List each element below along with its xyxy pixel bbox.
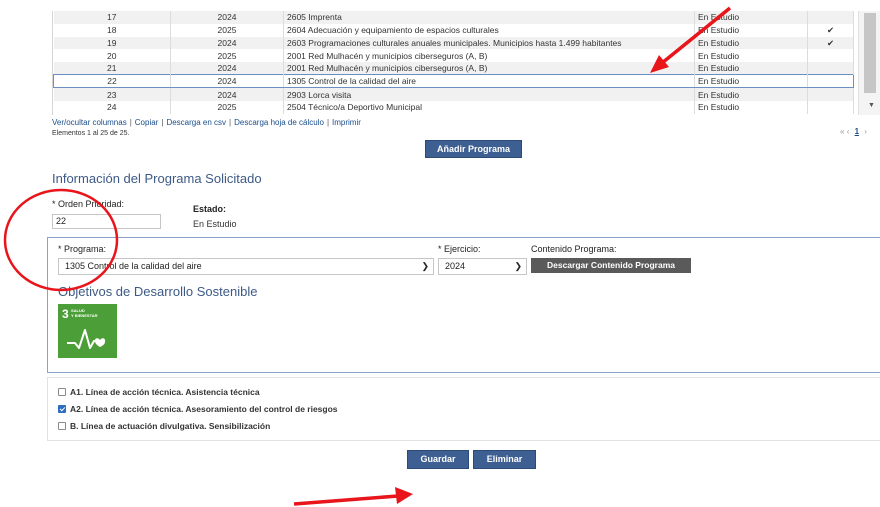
row-program: 2603 Programaciones culturales anuales m…	[283, 36, 695, 50]
checkbox-a1[interactable]	[58, 388, 66, 396]
table-row[interactable]: 19 2024 2603 Programaciones culturales a…	[53, 36, 854, 50]
ods-3-health-tile: 3 SALUD Y BIENESTAR	[58, 304, 117, 358]
row-status: En Estudio	[694, 62, 808, 75]
table-scrollbar[interactable]: ▼	[858, 11, 880, 115]
row-check	[807, 74, 854, 89]
programa-label: * Programa:	[58, 244, 107, 254]
row-program: 2001 Red Mulhacén y municipios cibersegu…	[283, 62, 695, 75]
checkmark-icon: ✔	[807, 36, 854, 50]
ejercicio-select[interactable]: 2024 ❯	[438, 258, 527, 275]
estado-label: Estado:	[193, 204, 227, 214]
row-number: 24	[53, 100, 171, 114]
row-year: 2025	[170, 23, 284, 37]
row-check	[807, 87, 854, 101]
chevron-down-icon: ❯	[514, 261, 522, 271]
pagination: « ‹ 1 ›	[840, 127, 867, 136]
table-row[interactable]: 23 2024 2903 Lorca visita En Estudio	[53, 87, 854, 101]
next-page-icon[interactable]: ›	[864, 127, 867, 136]
row-year: 2024	[170, 11, 284, 24]
copy-link[interactable]: Copiar	[135, 118, 159, 127]
orden-prioridad-input[interactable]: 22	[52, 214, 161, 229]
row-program: 2605 Imprenta	[283, 11, 695, 24]
add-program-button[interactable]: Añadir Programa	[425, 140, 522, 158]
delete-button[interactable]: Eliminar	[473, 450, 536, 469]
table-row[interactable]: 24 2025 2504 Técnico/a Deportivo Municip…	[53, 100, 854, 114]
estado-value: En Estudio	[193, 219, 237, 229]
row-status: En Estudio	[694, 36, 808, 50]
row-number: 19	[53, 36, 171, 50]
row-status: En Estudio	[694, 87, 808, 101]
row-status: En Estudio	[694, 49, 808, 63]
scrollbar-thumb[interactable]	[864, 13, 876, 93]
row-check	[807, 11, 854, 24]
current-page[interactable]: 1	[855, 127, 859, 136]
row-check	[807, 49, 854, 63]
row-year: 2024	[170, 62, 284, 75]
row-program: 1305 Control de la calidad del aire	[283, 74, 695, 89]
row-number: 21	[53, 62, 171, 75]
section-title: Información del Programa Solicitado	[52, 171, 262, 186]
row-number: 18	[53, 23, 171, 37]
row-year: 2024	[170, 74, 284, 89]
table-row[interactable]: 21 2024 2001 Red Mulhacén y municipios c…	[53, 62, 854, 75]
contenido-label: Contenido Programa:	[531, 244, 617, 254]
first-page-icon[interactable]: «	[840, 127, 844, 136]
row-number: 17	[53, 11, 171, 24]
row-year: 2024	[170, 87, 284, 101]
annotation-arrowhead-bottom	[395, 487, 413, 504]
row-status: En Estudio	[694, 23, 808, 37]
row-year: 2024	[170, 36, 284, 50]
row-number: 20	[53, 49, 171, 63]
row-program: 2604 Adecuación y equipamiento de espaci…	[283, 23, 695, 37]
row-check	[807, 100, 854, 114]
row-number: 22	[53, 74, 171, 89]
row-program: 2504 Técnico/a Deportivo Municipal	[283, 100, 695, 114]
ods-tile-text: SALUD Y BIENESTAR	[71, 308, 98, 318]
ods-number: 3	[62, 307, 69, 321]
ejercicio-selected-value: 2024	[445, 261, 466, 271]
option-b[interactable]: B. Línea de actuación divulgativa. Sensi…	[58, 421, 270, 431]
ejercicio-label: * Ejercicio:	[438, 244, 481, 254]
row-check	[807, 62, 854, 75]
annotation-arrow-bottom	[293, 494, 399, 506]
table-count-text: Elementos 1 al 25 de 25.	[52, 130, 130, 137]
checkmark-icon: ✔	[807, 23, 854, 37]
row-program: 2903 Lorca visita	[283, 87, 695, 101]
row-number: 23	[53, 87, 171, 101]
prev-page-icon[interactable]: ‹	[847, 127, 850, 136]
table-row[interactable]: 17 2024 2605 Imprenta En Estudio	[53, 11, 854, 24]
save-button[interactable]: Guardar	[407, 450, 469, 469]
programs-table: 17 2024 2605 Imprenta En Estudio 18 2025…	[52, 11, 858, 115]
table-row-selected[interactable]: 22 2024 1305 Control de la calidad del a…	[53, 74, 854, 89]
toggle-columns-link[interactable]: Ver/ocultar columnas	[52, 118, 127, 127]
orden-prioridad-label: * Orden Prioridad:	[52, 199, 125, 209]
row-program: 2001 Red Mulhacén y municipios cibersegu…	[283, 49, 695, 63]
table-row[interactable]: 18 2025 2604 Adecuación y equipamiento d…	[53, 23, 854, 37]
spreadsheet-download-link[interactable]: Descarga hoja de cálculo	[234, 118, 324, 127]
ods-title: Objetivos de Desarrollo Sostenible	[58, 284, 258, 299]
scroll-down-icon[interactable]: ▼	[868, 102, 875, 109]
row-status: En Estudio	[694, 100, 808, 114]
chevron-down-icon: ❯	[421, 261, 429, 271]
download-content-button[interactable]: Descargar Contenido Programa	[531, 258, 691, 273]
checkbox-b[interactable]	[58, 422, 66, 430]
table-row[interactable]: 20 2025 2001 Red Mulhacén y municipios c…	[53, 49, 854, 63]
programa-selected-value: 1305 Control de la calidad del aire	[65, 261, 202, 271]
row-status: En Estudio	[694, 74, 808, 89]
row-year: 2025	[170, 100, 284, 114]
print-link[interactable]: Imprimir	[332, 118, 361, 127]
option-a2[interactable]: A2. Línea de acción técnica. Asesoramien…	[58, 404, 338, 414]
heartbeat-icon	[67, 329, 106, 349]
option-a1[interactable]: A1. Línea de acción técnica. Asistencia …	[58, 387, 260, 397]
table-toolbar-links: Ver/ocultar columnas | Copiar | Descarga en …	[52, 118, 361, 127]
row-year: 2025	[170, 49, 284, 63]
row-status: En Estudio	[694, 11, 808, 24]
checkbox-a2[interactable]	[58, 405, 66, 413]
csv-download-link[interactable]: Descarga en csv	[166, 118, 226, 127]
programa-select[interactable]: 1305 Control de la calidad del aire ❯	[58, 258, 434, 275]
